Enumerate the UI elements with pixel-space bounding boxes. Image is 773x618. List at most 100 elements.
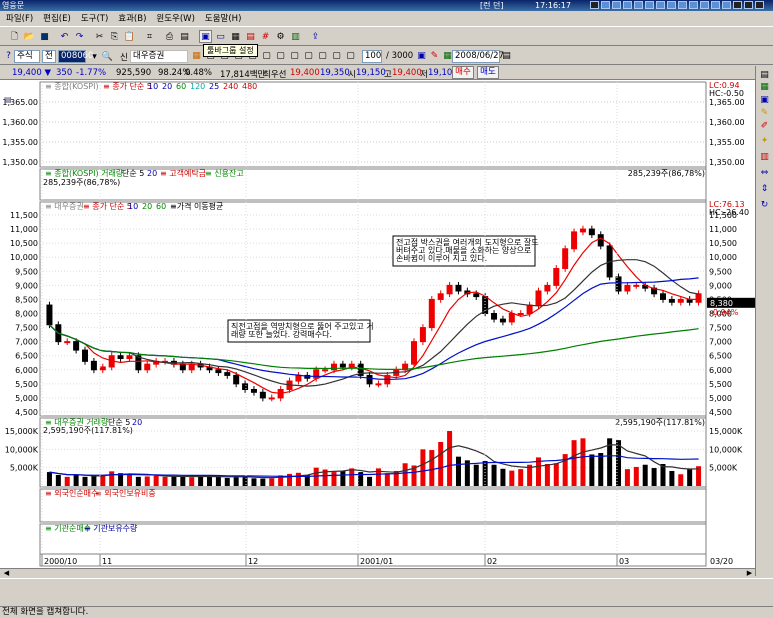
indicator-list-icon[interactable]: ▦ (759, 82, 770, 92)
menu-bar: 파일(F) 편집(E) 도구(T) 효과(B) 윈도우(W) 도움말(H) (0, 11, 773, 25)
code-dropdown-icon[interactable]: ▾ (88, 50, 101, 63)
close-icon[interactable] (755, 1, 764, 9)
volume-ma2: 20 (132, 418, 142, 427)
chart-svg[interactable]: ≡ 종합(KOSPI) ≡ 종가 단순 510 20 60 120 25 240 480 LC:… (0, 80, 755, 568)
book-icon[interactable]: ▥ (289, 30, 302, 43)
brush-icon[interactable]: ✎ (759, 108, 770, 118)
scroll-left-icon[interactable]: ◀ (2, 569, 11, 578)
gear-icon[interactable]: ⚙ (274, 30, 287, 43)
scroll-icon[interactable]: ▣ (415, 49, 428, 62)
menu-tools[interactable]: 도구(T) (81, 12, 108, 24)
period-5-icon[interactable]: ▢ (316, 49, 329, 62)
menu-effects[interactable]: 효과(B) (118, 12, 146, 24)
star-icon[interactable]: ✦ (759, 136, 770, 146)
stock-code-input[interactable]: 008060 (58, 50, 93, 63)
x-label: 02 (487, 557, 497, 566)
save-icon[interactable]: ■ (38, 30, 51, 43)
cut-icon[interactable]: ✂ (93, 30, 106, 43)
window-icon-12[interactable] (722, 1, 731, 9)
export-icon[interactable]: ⇪ (309, 30, 322, 43)
menu-edit[interactable]: 편집(E) (43, 12, 71, 24)
paste-icon[interactable]: 📋 (123, 30, 136, 43)
period-select[interactable]: 전 (42, 50, 56, 63)
scroll-right-icon[interactable]: ▶ (745, 569, 754, 578)
chart-settings-icon[interactable]: ▤ (244, 30, 257, 43)
grid-icon[interactable]: ⌗ (143, 30, 156, 43)
price-y-tick-left: 9,000 (15, 281, 38, 290)
period-6-icon[interactable]: ▢ (330, 49, 343, 62)
kospi-ma-period: 60 (176, 82, 186, 91)
market-select[interactable]: 주식 (14, 50, 40, 63)
period-2-icon[interactable]: ▢ (274, 49, 287, 62)
price-change: 350 (56, 68, 73, 78)
app-title: 영웅문 (2, 1, 25, 10)
window-icon-2[interactable] (612, 1, 621, 9)
kospi-y-tick-right: 1,360.00 (709, 118, 745, 127)
volume-bar (260, 478, 266, 486)
count-input[interactable]: 100 (362, 50, 382, 63)
window-icon-1[interactable] (601, 1, 610, 9)
volume-y-tick-right: 10,000K (709, 445, 743, 454)
window-list-icon[interactable]: ▦ (229, 30, 242, 43)
toolbar-group-icon[interactable]: ▣ (199, 30, 212, 43)
pen-icon[interactable]: ✎ (428, 49, 441, 62)
candle-body (526, 304, 533, 315)
window-icon-4[interactable] (634, 1, 643, 9)
volume-bar (571, 440, 577, 486)
window-icon-8[interactable] (678, 1, 687, 9)
window-icon-7[interactable] (667, 1, 676, 9)
price-change-pct: -1.77% (76, 68, 107, 78)
expand-v-icon[interactable]: ⇕ (759, 184, 770, 194)
preview-icon[interactable]: ▤ (178, 30, 191, 43)
copy-icon[interactable]: ⎘ (108, 30, 121, 43)
minimize-icon[interactable] (733, 1, 742, 9)
compare-icon[interactable]: ▣ (759, 95, 770, 105)
window-icon-9[interactable] (689, 1, 698, 9)
price-y-tick-left: 7,000 (15, 338, 38, 347)
date-input[interactable]: 2008/06/27 (452, 50, 504, 63)
sell-button[interactable]: 매도 (477, 66, 499, 79)
crosshair-icon[interactable]: # (259, 30, 272, 43)
expand-h-icon[interactable]: ⇔ (759, 168, 770, 178)
window-icon-10[interactable] (700, 1, 709, 9)
period-7-icon[interactable]: ▢ (344, 49, 357, 62)
layout-icon[interactable]: ▭ (214, 30, 227, 43)
right-tool-strip: ▤ ▦ ▣ ✎ ✐ ✦ ▥ ⇔ ⇕ ↻ (755, 66, 773, 576)
chart-area[interactable]: ≡ 종합(KOSPI) ≡ 종가 단순 5 10 20 60 120 25 240 480 LC:… (0, 80, 755, 568)
kospi-ma-period: 120 (190, 82, 205, 91)
menu-help[interactable]: 도움말(H) (205, 12, 241, 24)
candle-body (73, 341, 80, 351)
price-y-tick-left: 10,500 (10, 239, 38, 248)
new-icon[interactable]: 🗋 (8, 30, 21, 43)
period-1-icon[interactable]: ▢ (260, 49, 273, 62)
open-label: 시 (348, 70, 356, 80)
volume: 925,590 (116, 68, 152, 78)
period-3-icon[interactable]: ▢ (288, 49, 301, 62)
maximize-icon[interactable] (744, 1, 753, 9)
volume-bar (233, 477, 239, 486)
window-icon-5[interactable] (645, 1, 654, 9)
print-icon[interactable]: ⎙ (163, 30, 176, 43)
home-icon[interactable] (590, 1, 599, 9)
redo-icon[interactable]: ↷ (73, 30, 86, 43)
menu-window[interactable]: 윈도우(W) (156, 12, 195, 24)
palette-icon[interactable]: ▥ (759, 152, 770, 162)
draw-icon[interactable]: ✐ (759, 121, 770, 131)
menu-file[interactable]: 파일(F) (6, 12, 33, 24)
horizontal-scrollbar[interactable]: ◀ ▶ (0, 568, 755, 578)
window-icon-11[interactable] (711, 1, 720, 9)
calendar-icon[interactable]: ▤ (500, 49, 513, 62)
buy-button[interactable]: 매수 (452, 66, 474, 79)
menu-icon[interactable]: ▤ (759, 70, 770, 80)
candle-body (695, 293, 702, 303)
period-day-icon[interactable]: ▦ (190, 49, 203, 62)
search-icon[interactable]: 🔍 (101, 50, 114, 63)
kvol-ma2: 20 (147, 169, 157, 178)
volume-bar (64, 476, 70, 486)
refresh-icon[interactable]: ↻ (759, 200, 770, 210)
open-icon[interactable]: 📂 (23, 30, 36, 43)
period-4-icon[interactable]: ▢ (302, 49, 315, 62)
window-icon-6[interactable] (656, 1, 665, 9)
window-icon-3[interactable] (623, 1, 632, 9)
undo-icon[interactable]: ↶ (58, 30, 71, 43)
